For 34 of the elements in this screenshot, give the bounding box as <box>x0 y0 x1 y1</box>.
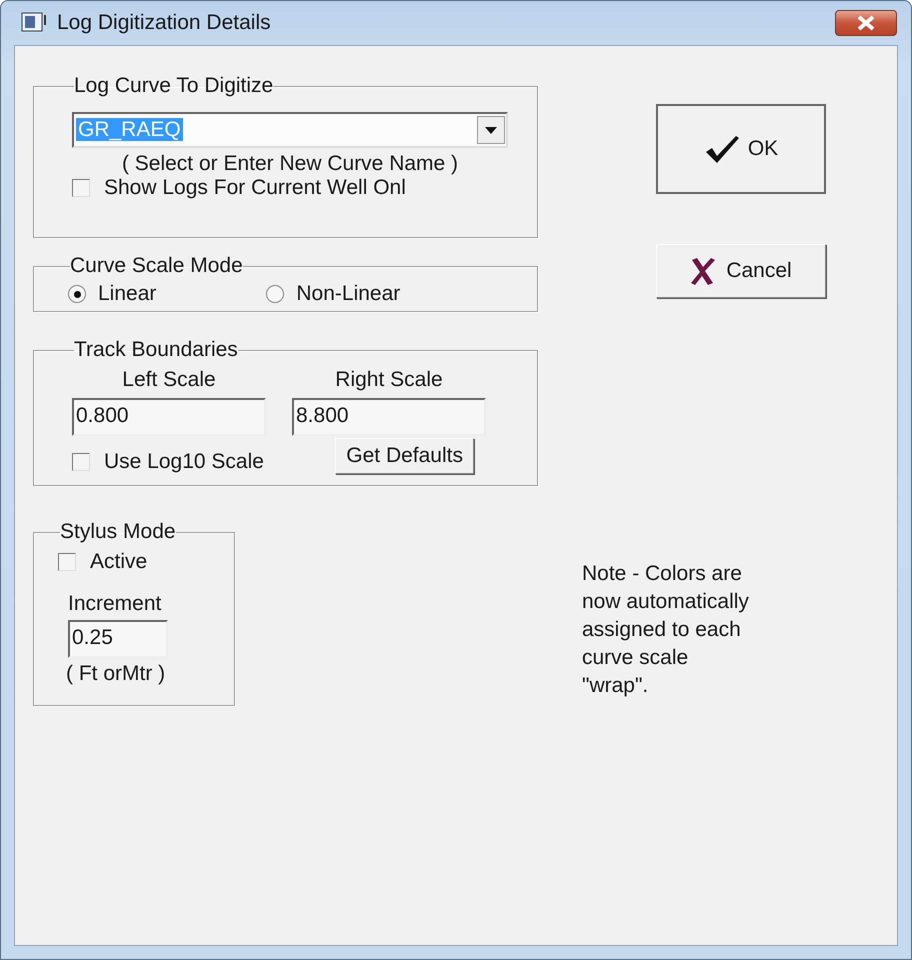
unit-hint: ( Ft orMtr ) <box>66 662 166 686</box>
group-title: Log Curve To Digitize <box>74 74 274 98</box>
group-title: Stylus Mode <box>60 520 176 544</box>
radio-button[interactable] <box>68 285 86 303</box>
radio-button[interactable] <box>266 285 284 303</box>
checkbox-label[interactable]: Show Logs For Current Well Onl <box>72 176 406 200</box>
checkbox[interactable] <box>58 553 76 571</box>
check-icon <box>704 134 740 164</box>
radio-label[interactable]: Linear <box>68 282 156 306</box>
field-label: Increment <box>68 592 162 616</box>
app-icon <box>21 12 47 34</box>
x-icon <box>690 257 716 285</box>
checkbox[interactable] <box>72 179 90 197</box>
window-title: Log Digitization Details <box>57 11 272 35</box>
caret-icon <box>485 126 497 134</box>
input-field[interactable]: 0.800 <box>72 398 266 436</box>
checkbox-label[interactable]: Active <box>58 550 148 574</box>
close-icon <box>855 15 877 31</box>
field-label: Left Scale <box>122 368 216 392</box>
input-field[interactable]: 8.800 <box>292 398 486 436</box>
input-field[interactable]: 0.25 <box>68 620 168 658</box>
close-button[interactable] <box>835 10 897 36</box>
hint-text: ( Select or Enter New Curve Name ) <box>120 152 460 176</box>
group-title: Curve Scale Mode <box>70 254 243 278</box>
checkbox[interactable] <box>72 453 90 471</box>
group-title: Track Boundaries <box>74 338 238 362</box>
checkbox-label[interactable]: Use Log10 Scale <box>72 450 264 474</box>
defaults-button[interactable]: Get Defaults <box>335 438 474 474</box>
cancel-button[interactable]: Cancel <box>656 244 826 298</box>
radio-label[interactable]: Non-Linear <box>266 282 400 306</box>
dropdown-button[interactable] <box>477 116 505 144</box>
ok-button[interactable]: OK <box>656 104 826 194</box>
note-text: Note - Colors are now automatically assigned to each curve scale "wrap". <box>582 561 750 699</box>
field-label: Right Scale <box>335 368 443 392</box>
